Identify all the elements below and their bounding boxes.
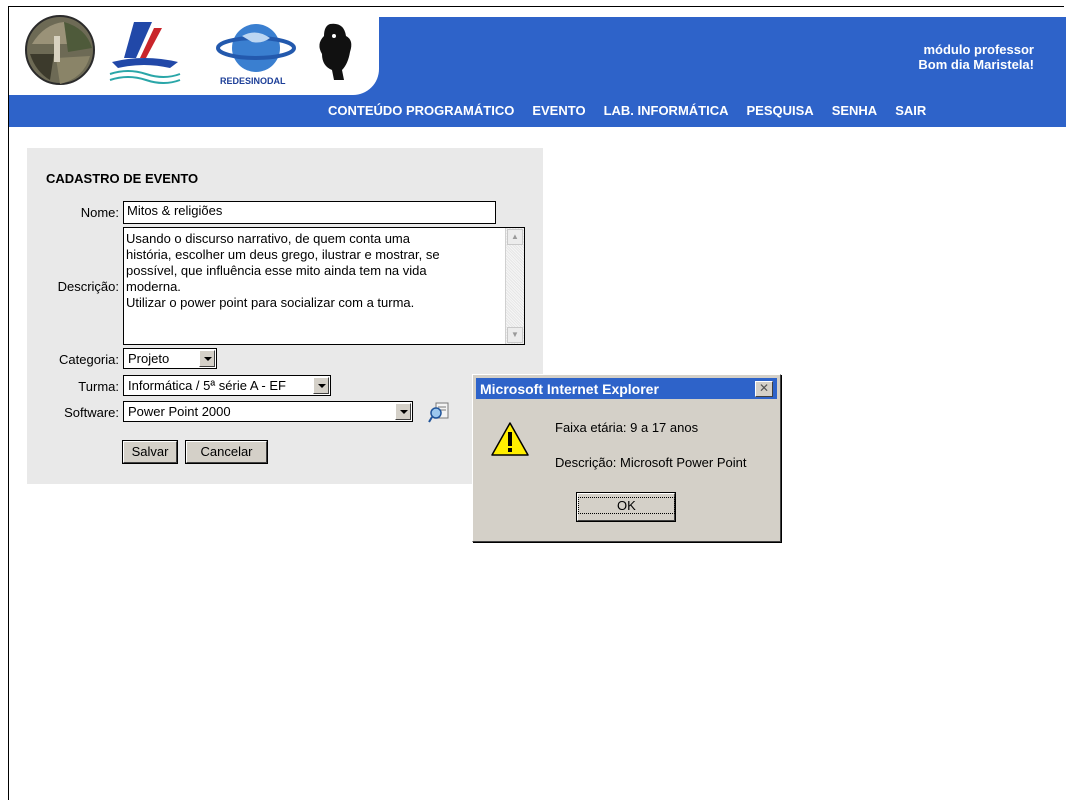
ok-button-label: OK [578, 497, 675, 514]
dialog-title: Microsoft Internet Explorer [480, 381, 659, 397]
software-select[interactable]: Power Point 2000 [123, 401, 413, 422]
save-button[interactable]: Salvar [123, 441, 177, 463]
software-label: Software: [64, 405, 119, 420]
software-value: Power Point 2000 [128, 404, 231, 419]
redesinodal-logo-text: REDESINODAL [220, 76, 286, 86]
nome-input[interactable]: Mitos & religiões [123, 201, 496, 224]
nav-pesquisa[interactable]: PESQUISA [747, 103, 814, 121]
module-label: módulo professor [923, 42, 1034, 57]
categoria-label: Categoria: [59, 352, 119, 367]
warning-icon [491, 422, 529, 456]
sail-logo [109, 22, 181, 84]
descricao-label: Descrição: [57, 279, 119, 294]
nav-lab-informatica[interactable]: LAB. INFORMÁTICA [604, 103, 729, 121]
turma-select[interactable]: Informática / 5ª série A - EF [123, 375, 331, 396]
search-info-icon[interactable] [428, 402, 450, 424]
nav-senha[interactable]: SENHA [832, 103, 878, 121]
ok-button[interactable]: OK [577, 493, 675, 521]
descricao-text: Usando o discurso narrativo, de quem con… [126, 231, 440, 310]
descricao-textarea[interactable]: Usando o discurso narrativo, de quem con… [123, 227, 525, 345]
categoria-select[interactable]: Projeto [123, 348, 217, 369]
nav-sair[interactable]: SAIR [895, 103, 926, 121]
chevron-down-icon[interactable] [199, 350, 215, 367]
greeting: Bom dia Maristela! [918, 57, 1034, 72]
descricao-scrollbar[interactable]: ▲ ▼ [505, 228, 524, 344]
dialog-titlebar[interactable]: Microsoft Internet Explorer ✕ [476, 378, 777, 399]
chevron-down-icon[interactable] [395, 403, 411, 420]
scroll-up-icon[interactable]: ▲ [507, 229, 523, 245]
chevron-down-icon[interactable] [313, 377, 329, 394]
categoria-value: Projeto [128, 351, 170, 366]
redesinodal-logo: REDESINODAL [216, 24, 296, 86]
turma-label: Turma: [78, 379, 119, 394]
close-icon[interactable]: ✕ [755, 381, 773, 397]
turma-value: Informática / 5ª série A - EF [128, 378, 286, 393]
lion-emblem-logo [319, 23, 352, 80]
dialog-description: Descrição: Microsoft Power Point [555, 455, 747, 470]
cancel-button[interactable]: Cancelar [186, 441, 267, 463]
nav-evento[interactable]: EVENTO [532, 103, 585, 121]
header-user-info: módulo professor Bom dia Maristela! [918, 42, 1034, 72]
dialog-age-range: Faixa etária: 9 a 17 anos [555, 420, 699, 435]
main-nav: CONTEÚDO PROGRAMÁTICO EVENTO LAB. INFORM… [328, 103, 926, 121]
scroll-down-icon[interactable]: ▼ [507, 327, 523, 343]
nome-label: Nome: [80, 205, 119, 220]
nav-conteudo-programatico[interactable]: CONTEÚDO PROGRAMÁTICO [328, 103, 514, 121]
form-title: CADASTRO DE EVENTO [46, 171, 199, 186]
alert-dialog: Microsoft Internet Explorer ✕ Faixa etár… [472, 374, 781, 542]
globe-collage-logo [25, 15, 95, 85]
